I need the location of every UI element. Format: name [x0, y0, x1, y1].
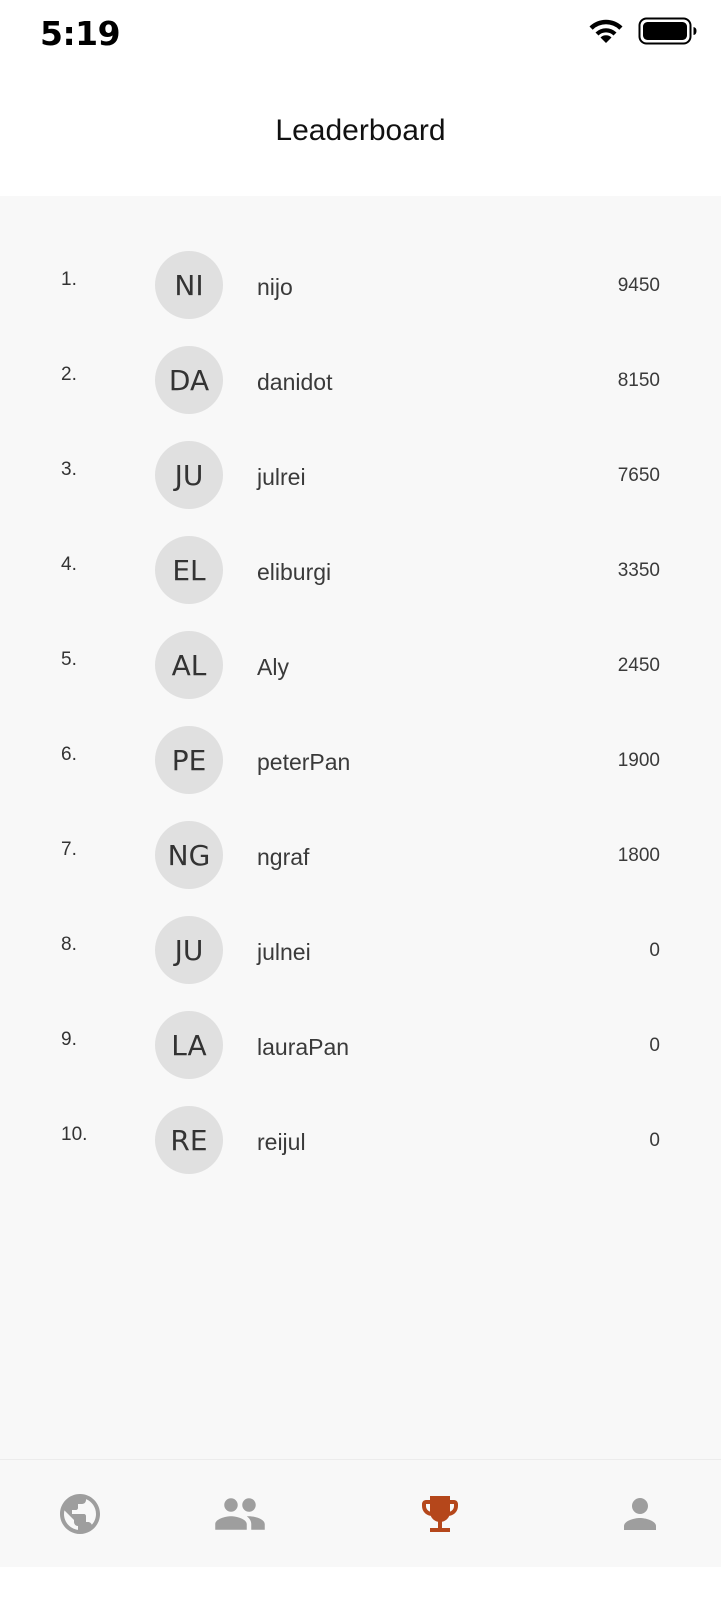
- home-indicator-area: [0, 1567, 721, 1614]
- rank-number: 7.: [61, 839, 77, 860]
- avatar: NI: [155, 251, 223, 319]
- rank-number: 10.: [61, 1124, 88, 1145]
- username: nijo: [257, 274, 293, 300]
- avatar: AL: [155, 631, 223, 699]
- leaderboard-list-area: 1. NI nijo 9450 2. DA danidot 8150 3. JU julrei 765…: [0, 196, 721, 1459]
- score: 7650: [617, 465, 660, 486]
- leaderboard-list: 1. NI nijo 9450 2. DA danidot 8150 3. JU julrei 765…: [0, 196, 721, 1188]
- score: 0: [649, 1035, 660, 1056]
- leaderboard-row[interactable]: 10. RE reijul 0: [0, 1093, 721, 1188]
- avatar: DA: [155, 346, 223, 414]
- avatar: RE: [155, 1106, 223, 1174]
- person-icon: [624, 1498, 656, 1530]
- page-title: Leaderboard: [275, 114, 446, 147]
- score: 9450: [617, 275, 660, 296]
- rank-number: 1.: [61, 269, 77, 290]
- username: Aly: [257, 654, 289, 680]
- avatar: NG: [155, 821, 223, 889]
- battery-icon: [638, 17, 697, 45]
- leaderboard-row[interactable]: 7. NG ngraf 1800: [0, 808, 721, 903]
- username: reijul: [257, 1129, 306, 1155]
- leaderboard-row[interactable]: 5. AL Aly 2450: [0, 618, 721, 713]
- rank-number: 2.: [61, 364, 77, 385]
- rank-number: 3.: [61, 459, 77, 480]
- score: 2450: [617, 655, 660, 676]
- username: danidot: [257, 369, 333, 395]
- leaderboard-row[interactable]: 4. EL eliburgi 3350: [0, 523, 721, 618]
- score: 0: [649, 940, 660, 961]
- score: 1800: [617, 845, 660, 866]
- avatar: LA: [155, 1011, 223, 1079]
- username: lauraPan: [257, 1034, 350, 1060]
- avatar: JU: [155, 441, 223, 509]
- wifi-icon: [589, 19, 623, 43]
- avatar: PE: [155, 726, 223, 794]
- trophy-icon: [422, 1496, 458, 1532]
- score: 3350: [617, 560, 660, 581]
- rank-number: 4.: [61, 554, 77, 575]
- leaderboard-row[interactable]: 6. PE peterPan 1900: [0, 713, 721, 808]
- nav-explore[interactable]: [30, 1460, 130, 1568]
- nav-friends[interactable]: [190, 1460, 290, 1568]
- leaderboard-screen: 5:19 Leaderboard 1. NI nijo 9450 2. DA danidot…: [0, 0, 721, 1614]
- leaderboard-row[interactable]: 3. JU julrei 7650: [0, 428, 721, 523]
- leaderboard-row[interactable]: 8. JU julnei 0: [0, 903, 721, 998]
- avatar: EL: [155, 536, 223, 604]
- leaderboard-row[interactable]: 1. NI nijo 9450: [0, 238, 721, 333]
- score: 1900: [617, 750, 660, 771]
- username: ngraf: [257, 844, 310, 870]
- username: julnei: [257, 939, 311, 965]
- rank-number: 5.: [61, 649, 77, 670]
- status-time: 5:19: [40, 14, 121, 53]
- rank-number: 9.: [61, 1029, 77, 1050]
- rank-number: 8.: [61, 934, 77, 955]
- people-icon: [215, 1498, 265, 1530]
- username: peterPan: [257, 749, 351, 775]
- leaderboard-row[interactable]: 9. LA lauraPan 0: [0, 998, 721, 1093]
- avatar: JU: [155, 916, 223, 984]
- globe-icon: [60, 1494, 100, 1534]
- rank-number: 6.: [61, 744, 77, 765]
- status-bar: 5:19: [0, 0, 721, 70]
- score: 8150: [617, 370, 660, 391]
- nav-leaderboard[interactable]: [390, 1460, 490, 1568]
- app-header: Leaderboard: [0, 70, 721, 196]
- leaderboard-row[interactable]: 2. DA danidot 8150: [0, 333, 721, 428]
- username: julrei: [257, 464, 306, 490]
- username: eliburgi: [257, 559, 332, 585]
- bottom-navigation: [0, 1459, 721, 1567]
- score: 0: [649, 1130, 660, 1151]
- nav-profile[interactable]: [590, 1460, 690, 1568]
